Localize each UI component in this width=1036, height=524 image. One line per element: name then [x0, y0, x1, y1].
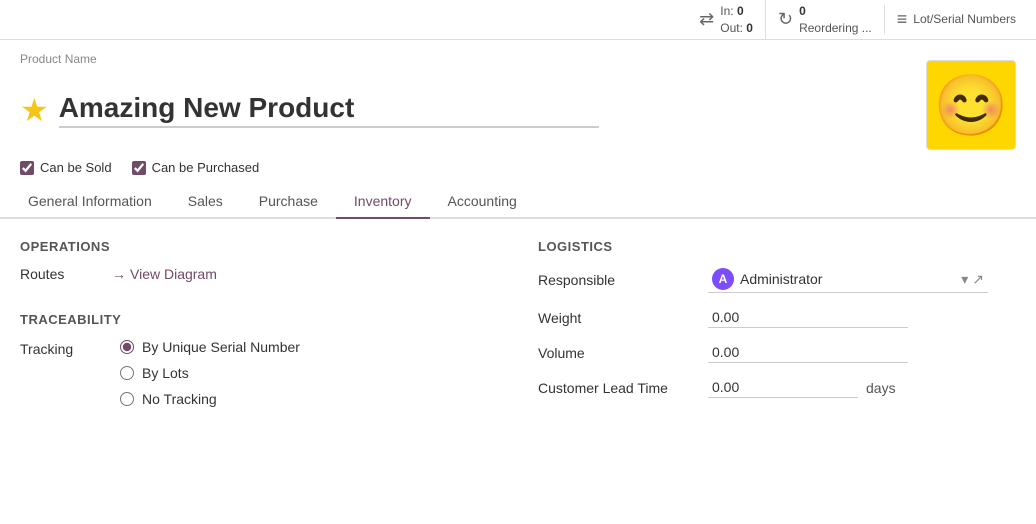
transfers-info: In: 0 Out: 0 — [720, 3, 753, 37]
tab-accounting[interactable]: Accounting — [430, 185, 535, 219]
product-name-input[interactable] — [59, 92, 599, 128]
checkboxes-row: Can be Sold Can be Purchased — [0, 160, 1036, 175]
tracking-none-input[interactable] — [120, 392, 134, 406]
routes-row: Routes → View Diagram — [20, 266, 498, 282]
product-image: 😊 — [926, 60, 1016, 150]
view-diagram-label: View Diagram — [130, 266, 217, 282]
traceability-title: Traceability — [20, 312, 498, 327]
reordering-info: 0 Reordering ... — [799, 3, 872, 37]
lot-serial-label: Lot/Serial Numbers — [913, 11, 1016, 28]
transfers-button[interactable]: ⇄ In: 0 Out: 0 — [687, 0, 765, 40]
routes-label: Routes — [20, 266, 100, 282]
tracking-lots-label: By Lots — [142, 365, 189, 381]
left-panel: Operations Routes → View Diagram Traceab… — [20, 239, 498, 407]
product-title-left: ★ — [20, 91, 599, 129]
view-diagram-link[interactable]: → View Diagram — [112, 266, 217, 282]
responsible-icons: ▾ ↗ — [961, 271, 984, 288]
can-be-purchased-checkbox[interactable]: Can be Purchased — [132, 160, 260, 175]
responsible-label: Responsible — [538, 272, 698, 288]
external-link-icon[interactable]: ↗ — [972, 271, 984, 288]
tracking-serial-input[interactable] — [120, 340, 134, 354]
responsible-avatar: A — [712, 268, 734, 290]
lot-serial-button[interactable]: ≡ Lot/Serial Numbers — [884, 5, 1028, 34]
lead-time-label: Customer Lead Time — [538, 380, 698, 396]
reorder-count: 0 — [799, 4, 806, 18]
tab-sales[interactable]: Sales — [170, 185, 241, 219]
weight-input[interactable] — [708, 307, 908, 328]
can-be-purchased-input[interactable] — [132, 161, 146, 175]
volume-label: Volume — [538, 345, 698, 361]
lot-serial-icon: ≡ — [897, 9, 908, 30]
transfers-icon: ⇄ — [699, 9, 714, 30]
lead-time-input[interactable] — [708, 377, 858, 398]
responsible-name: Administrator — [740, 271, 955, 287]
tracking-row: Tracking By Unique Serial Number By Lots… — [20, 339, 498, 407]
tracking-radio-group: By Unique Serial Number By Lots No Track… — [120, 339, 300, 407]
tracking-label: Tracking — [20, 339, 100, 357]
top-bar: ⇄ In: 0 Out: 0 ↻ 0 Reordering ... ≡ Lot/… — [0, 0, 1036, 40]
tracking-serial-label: By Unique Serial Number — [142, 339, 300, 355]
can-be-sold-input[interactable] — [20, 161, 34, 175]
tracking-serial-option[interactable]: By Unique Serial Number — [120, 339, 300, 355]
tracking-none-label: No Tracking — [142, 391, 217, 407]
tracking-none-option[interactable]: No Tracking — [120, 391, 300, 407]
tab-general-information[interactable]: General Information — [10, 185, 170, 219]
main-content: Operations Routes → View Diagram Traceab… — [0, 219, 1036, 417]
tab-inventory[interactable]: Inventory — [336, 185, 430, 219]
tracking-lots-input[interactable] — [120, 366, 134, 380]
product-name-label: Product Name — [20, 52, 1016, 66]
can-be-sold-label: Can be Sold — [40, 160, 112, 175]
view-diagram-arrow: → — [112, 266, 126, 282]
days-label: days — [866, 380, 896, 396]
logistics-title: Logistics — [538, 239, 1016, 254]
volume-input[interactable] — [708, 342, 908, 363]
can-be-purchased-label: Can be Purchased — [152, 160, 260, 175]
tracking-lots-option[interactable]: By Lots — [120, 365, 300, 381]
reorder-icon: ↻ — [778, 9, 793, 30]
right-panel: Logistics Responsible A Administrator ▾ … — [538, 239, 1016, 407]
weight-label: Weight — [538, 310, 698, 326]
reordering-button[interactable]: ↻ 0 Reordering ... — [765, 0, 884, 40]
reorder-label: Reordering ... — [799, 20, 872, 37]
traceability-section: Traceability Tracking By Unique Serial N… — [20, 312, 498, 407]
out-count: 0 — [746, 21, 753, 35]
tab-purchase[interactable]: Purchase — [241, 185, 336, 219]
tabs-row: General Information Sales Purchase Inven… — [0, 185, 1036, 219]
in-label: In: — [720, 4, 733, 18]
lead-time-row: days — [708, 377, 1016, 398]
dropdown-icon: ▾ — [961, 271, 968, 288]
product-header: Product Name ★ 😊 — [0, 40, 1036, 150]
responsible-select[interactable]: A Administrator ▾ ↗ — [708, 266, 988, 293]
can-be-sold-checkbox[interactable]: Can be Sold — [20, 160, 112, 175]
product-title-row: ★ 😊 — [20, 70, 1016, 150]
in-count: 0 — [737, 4, 744, 18]
logistics-grid: Responsible A Administrator ▾ ↗ Weight V… — [538, 266, 1016, 398]
out-label: Out: — [720, 21, 743, 35]
operations-title: Operations — [20, 239, 498, 254]
star-icon[interactable]: ★ — [20, 91, 49, 129]
